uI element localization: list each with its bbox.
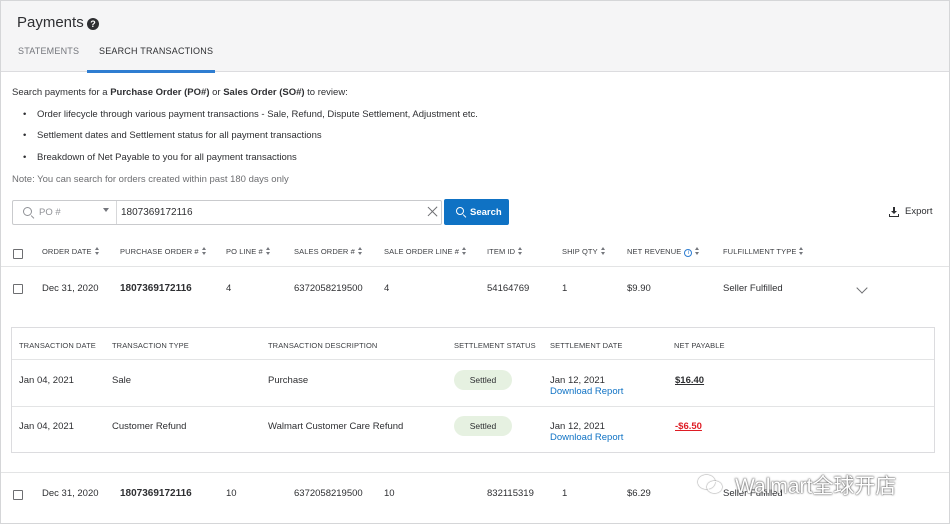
search-type-value: PO # — [39, 207, 61, 218]
sort-icon — [518, 247, 524, 255]
page-title: Payments — [17, 14, 84, 31]
tab-search-transactions[interactable]: SEARCH TRANSACTIONS — [99, 46, 213, 56]
column-header-item-id[interactable]: ITEM ID — [487, 247, 524, 256]
txn-date: Jan 04, 2021 — [19, 421, 74, 432]
row-item-id: 832115319 — [487, 488, 534, 499]
txn-settlement-date: Jan 12, 2021 — [550, 375, 605, 386]
txn-description: Walmart Customer Care Refund — [268, 421, 404, 432]
row-sales-order: 6372058219500 — [294, 488, 363, 499]
status-badge: Settled — [454, 416, 512, 436]
sort-icon — [799, 247, 805, 255]
intro-suffix: to review: — [304, 87, 348, 98]
column-header-order-date[interactable]: ORDER DATE — [42, 247, 101, 256]
row-purchase-order: 1807369172116 — [120, 283, 192, 294]
txn-type: Sale — [112, 375, 132, 386]
txn-net-payable: -$6.50 — [675, 421, 702, 432]
column-header-net-revenue[interactable]: NET REVENUE i — [627, 247, 701, 257]
subheader-transaction-date: TRANSACTION DATE — [19, 341, 96, 350]
sort-icon — [265, 247, 272, 255]
row-fulfillment-type: Seller Fulfilled — [723, 283, 783, 294]
export-label: Export — [905, 206, 933, 217]
bullet-text: Order lifecycle through various payment … — [37, 109, 478, 120]
subheader-settlement-status: SETTLEMENT STATUS — [454, 341, 536, 350]
search-icon — [456, 207, 464, 215]
sort-icon — [695, 247, 701, 255]
header-bar: Payments ? STATEMENTS SEARCH TRANSACTION… — [1, 1, 949, 73]
search-button-label: Search — [470, 207, 502, 218]
row-purchase-order: 1807369172116 — [120, 488, 192, 499]
intro-or: or — [209, 87, 224, 98]
txn-date: Jan 04, 2021 — [19, 375, 74, 386]
bullet-text: Breakdown of Net Payable to you for all … — [37, 152, 297, 163]
subheader-transaction-description: TRANSACTION DESCRIPTION — [268, 341, 378, 350]
intro-text: Search payments for a Purchase Order (PO… — [12, 87, 348, 98]
row-sale-order-line: 10 — [384, 488, 395, 499]
sort-icon — [94, 247, 101, 255]
bullet-item: Order lifecycle through various payment … — [23, 109, 478, 120]
row-po-line: 10 — [226, 488, 237, 499]
clear-icon[interactable] — [427, 206, 438, 217]
bullet-item: Settlement dates and Settlement status f… — [23, 130, 322, 141]
column-header-fulfillment-type[interactable]: FULFILLMENT TYPE — [723, 247, 805, 256]
intro-prefix: Search payments for a — [12, 87, 111, 98]
transactions-subtable: TRANSACTION DATE TRANSACTION TYPE TRANSA… — [11, 327, 935, 453]
column-header-sales-order[interactable]: SALES ORDER # — [294, 247, 364, 256]
help-icon[interactable]: ? — [87, 18, 99, 30]
sort-icon — [201, 247, 208, 255]
search-input[interactable] — [121, 202, 421, 223]
active-tab-indicator — [87, 70, 215, 73]
search-note: Note: You can search for orders created … — [12, 174, 289, 185]
column-header-purchase-order[interactable]: PURCHASE ORDER # — [120, 247, 208, 256]
tab-statements[interactable]: STATEMENTS — [18, 46, 79, 56]
wechat-icon — [698, 475, 724, 495]
search-box: PO # — [12, 200, 442, 225]
column-header-po-line[interactable]: PO LINE # — [226, 247, 272, 256]
subheader-net-payable: NET PAYABLE — [674, 341, 725, 350]
watermark-text: Walmart全球开店 — [735, 475, 897, 498]
row-item-id: 54164769 — [487, 283, 530, 294]
chevron-down-icon — [103, 208, 109, 212]
select-all-checkbox[interactable] — [13, 249, 23, 259]
row-sale-order-line: 4 — [384, 283, 390, 294]
header-divider — [1, 266, 949, 267]
column-header-sale-order-line[interactable]: SALE ORDER LINE # — [384, 247, 468, 256]
subheader-divider — [12, 359, 934, 360]
search-type-select[interactable]: PO # — [13, 201, 117, 224]
row-order-date: Dec 31, 2020 — [42, 283, 99, 294]
row-ship-qty: 1 — [562, 488, 568, 499]
txn-settlement-date: Jan 12, 2021 — [550, 421, 605, 432]
row-net-revenue: $9.90 — [627, 283, 651, 294]
intro-po: Purchase Order (PO#) — [110, 87, 210, 98]
row-checkbox[interactable] — [13, 284, 23, 294]
txn-description: Purchase — [268, 375, 309, 386]
txn-net-payable: $16.40 — [675, 375, 705, 386]
sort-icon — [462, 247, 468, 255]
txn-type: Customer Refund — [112, 421, 187, 432]
search-icon — [23, 207, 32, 216]
row-order-date: Dec 31, 2020 — [42, 488, 99, 499]
row-po-line: 4 — [226, 283, 232, 294]
subheader-transaction-type: TRANSACTION TYPE — [112, 341, 189, 350]
bullet-text: Settlement dates and Settlement status f… — [37, 130, 322, 141]
row-ship-qty: 1 — [562, 283, 568, 294]
row-net-revenue: $6.29 — [627, 488, 651, 499]
search-button[interactable]: Search — [444, 199, 509, 225]
status-badge: Settled — [454, 370, 512, 390]
download-icon — [889, 207, 899, 217]
sort-icon — [357, 247, 364, 255]
column-header-ship-qty[interactable]: SHIP QTY — [562, 247, 607, 256]
download-report-link[interactable]: Download Report — [550, 432, 623, 443]
bullet-item: Breakdown of Net Payable to you for all … — [23, 152, 297, 163]
info-icon[interactable]: i — [684, 249, 693, 257]
subheader-settlement-date: SETTLEMENT DATE — [550, 341, 623, 350]
row-checkbox[interactable] — [13, 490, 23, 500]
row-divider — [12, 406, 934, 407]
intro-so: Sales Order (SO#) — [223, 87, 305, 98]
sort-icon — [600, 247, 607, 255]
row-sales-order: 6372058219500 — [294, 283, 363, 294]
download-report-link[interactable]: Download Report — [550, 386, 623, 397]
